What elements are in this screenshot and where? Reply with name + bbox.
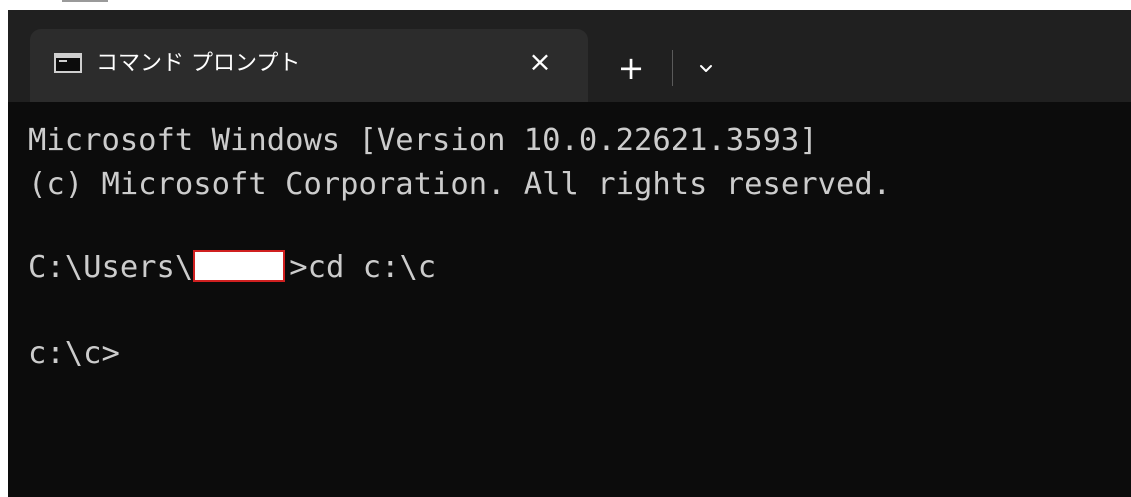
tab-bar: コマンド プロンプト × +	[8, 10, 1131, 112]
cmd-icon	[54, 53, 82, 73]
close-tab-button[interactable]: ×	[521, 43, 559, 81]
terminal-line-copyright: (c) Microsoft Corporation. All rights re…	[28, 167, 892, 202]
new-tab-button[interactable]: +	[611, 48, 651, 88]
terminal-line-cd-command: C:\Users\ >cd c:\c	[28, 248, 436, 288]
chevron-down-icon[interactable]	[689, 50, 723, 86]
cropped-text-fragment	[62, 0, 112, 4]
terminal-window: コマンド プロンプト × + Microsoft Windows [Versio…	[0, 0, 1131, 497]
window-top-edge	[0, 0, 1131, 10]
terminal-line-version: Microsoft Windows [Version 10.0.22621.35…	[28, 123, 818, 158]
terminal-line-prompt: c:\c>	[28, 336, 120, 371]
tab-separator	[672, 50, 673, 86]
redacted-username	[193, 250, 286, 282]
command-text: >cd c:\c	[289, 250, 437, 285]
tab-command-prompt[interactable]: コマンド プロンプト ×	[30, 29, 588, 112]
path-prefix: C:\Users\	[28, 250, 194, 285]
terminal-output[interactable]: Microsoft Windows [Version 10.0.22621.35…	[8, 102, 1131, 497]
tab-title: コマンド プロンプト	[96, 51, 301, 76]
